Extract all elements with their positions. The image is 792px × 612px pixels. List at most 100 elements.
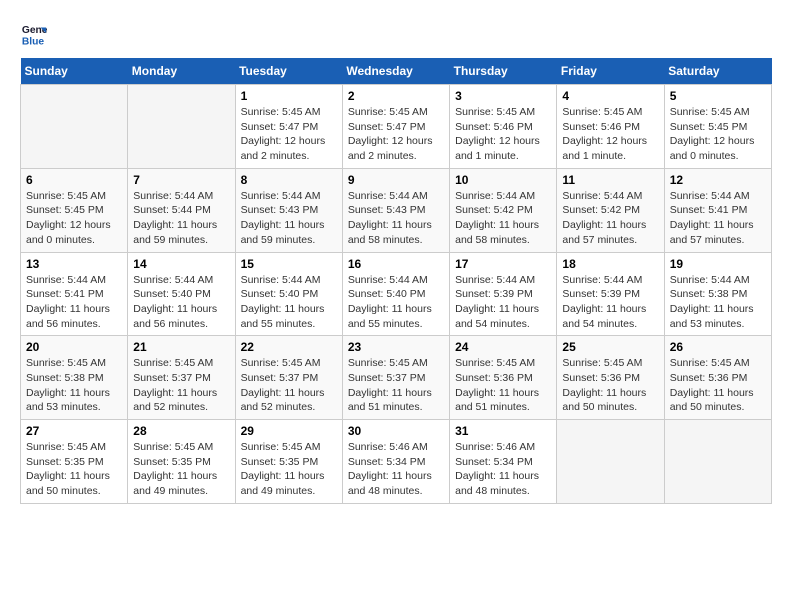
day-info: Sunrise: 5:44 AM Sunset: 5:44 PM Dayligh…: [133, 189, 229, 248]
day-info: Sunrise: 5:45 AM Sunset: 5:37 PM Dayligh…: [133, 356, 229, 415]
day-info: Sunrise: 5:45 AM Sunset: 5:35 PM Dayligh…: [26, 440, 122, 499]
svg-text:Blue: Blue: [22, 36, 45, 47]
calendar-cell: 24 Sunrise: 5:45 AM Sunset: 5:36 PM Dayli…: [450, 336, 557, 420]
day-number: 9: [348, 173, 444, 187]
day-info: Sunrise: 5:44 AM Sunset: 5:43 PM Dayligh…: [348, 189, 444, 248]
logo: General Blue: [20, 20, 52, 48]
calendar-body: 1 Sunrise: 5:45 AM Sunset: 5:47 PM Daylig…: [21, 85, 772, 504]
calendar-cell: 8 Sunrise: 5:44 AM Sunset: 5:43 PM Daylig…: [235, 168, 342, 252]
day-info: Sunrise: 5:44 AM Sunset: 5:39 PM Dayligh…: [455, 273, 551, 332]
calendar-week-2: 6 Sunrise: 5:45 AM Sunset: 5:45 PM Daylig…: [21, 168, 772, 252]
day-number: 6: [26, 173, 122, 187]
day-info: Sunrise: 5:44 AM Sunset: 5:40 PM Dayligh…: [348, 273, 444, 332]
day-info: Sunrise: 5:44 AM Sunset: 5:40 PM Dayligh…: [133, 273, 229, 332]
day-number: 4: [562, 89, 658, 103]
day-number: 20: [26, 340, 122, 354]
day-info: Sunrise: 5:45 AM Sunset: 5:35 PM Dayligh…: [133, 440, 229, 499]
day-info: Sunrise: 5:44 AM Sunset: 5:38 PM Dayligh…: [670, 273, 766, 332]
day-info: Sunrise: 5:46 AM Sunset: 5:34 PM Dayligh…: [348, 440, 444, 499]
day-info: Sunrise: 5:44 AM Sunset: 5:42 PM Dayligh…: [455, 189, 551, 248]
calendar-cell: [557, 420, 664, 504]
calendar-cell: 27 Sunrise: 5:45 AM Sunset: 5:35 PM Dayli…: [21, 420, 128, 504]
day-number: 18: [562, 257, 658, 271]
day-info: Sunrise: 5:44 AM Sunset: 5:39 PM Dayligh…: [562, 273, 658, 332]
day-number: 10: [455, 173, 551, 187]
column-header-tuesday: Tuesday: [235, 58, 342, 85]
calendar-cell: 4 Sunrise: 5:45 AM Sunset: 5:46 PM Daylig…: [557, 85, 664, 169]
calendar-cell: 15Sunrise: 5:44 AM Sunset: 5:40 PM Dayli…: [235, 252, 342, 336]
day-info: Sunrise: 5:45 AM Sunset: 5:36 PM Dayligh…: [670, 356, 766, 415]
calendar-week-3: 13 Sunrise: 5:44 AM Sunset: 5:41 PM Dayli…: [21, 252, 772, 336]
day-info: Sunrise: 5:45 AM Sunset: 5:36 PM Dayligh…: [562, 356, 658, 415]
day-number: 15: [241, 257, 337, 271]
day-number: 8: [241, 173, 337, 187]
day-number: 2: [348, 89, 444, 103]
calendar-cell: 11 Sunrise: 5:44 AM Sunset: 5:42 PM Dayli…: [557, 168, 664, 252]
day-number: 25: [562, 340, 658, 354]
day-number: 27: [26, 424, 122, 438]
day-number: 23: [348, 340, 444, 354]
day-number: 11: [562, 173, 658, 187]
calendar-cell: 19 Sunrise: 5:44 AM Sunset: 5:38 PM Dayli…: [664, 252, 771, 336]
day-info: Sunrise: 5:45 AM Sunset: 5:36 PM Dayligh…: [455, 356, 551, 415]
day-number: 28: [133, 424, 229, 438]
day-number: 5: [670, 89, 766, 103]
day-number: 12: [670, 173, 766, 187]
calendar-cell: 9 Sunrise: 5:44 AM Sunset: 5:43 PM Daylig…: [342, 168, 449, 252]
calendar-cell: 10 Sunrise: 5:44 AM Sunset: 5:42 PM Dayli…: [450, 168, 557, 252]
day-number: 31: [455, 424, 551, 438]
calendar-cell: 18 Sunrise: 5:44 AM Sunset: 5:39 PM Dayli…: [557, 252, 664, 336]
day-info: Sunrise: 5:45 AM Sunset: 5:46 PM Dayligh…: [562, 105, 658, 164]
day-number: 14: [133, 257, 229, 271]
column-header-sunday: Sunday: [21, 58, 128, 85]
day-info: Sunrise: 5:44 AM Sunset: 5:43 PM Dayligh…: [241, 189, 337, 248]
calendar-header-row: SundayMondayTuesdayWednesdayThursdayFrid…: [21, 58, 772, 85]
day-number: 7: [133, 173, 229, 187]
calendar-cell: 25 Sunrise: 5:45 AM Sunset: 5:36 PM Dayli…: [557, 336, 664, 420]
day-number: 29: [241, 424, 337, 438]
calendar-cell: 26 Sunrise: 5:45 AM Sunset: 5:36 PM Dayli…: [664, 336, 771, 420]
calendar-cell: 6 Sunrise: 5:45 AM Sunset: 5:45 PM Daylig…: [21, 168, 128, 252]
day-info: Sunrise: 5:44 AM Sunset: 5:41 PM Dayligh…: [26, 273, 122, 332]
day-info: Sunrise: 5:46 AM Sunset: 5:34 PM Dayligh…: [455, 440, 551, 499]
calendar-cell: 16Sunrise: 5:44 AM Sunset: 5:40 PM Dayli…: [342, 252, 449, 336]
day-number: 1: [241, 89, 337, 103]
calendar-cell: [664, 420, 771, 504]
calendar-cell: 23Sunrise: 5:45 AM Sunset: 5:37 PM Dayli…: [342, 336, 449, 420]
day-number: 24: [455, 340, 551, 354]
calendar-week-4: 20 Sunrise: 5:45 AM Sunset: 5:38 PM Dayli…: [21, 336, 772, 420]
logo-icon: General Blue: [20, 20, 48, 48]
calendar-cell: 7 Sunrise: 5:44 AM Sunset: 5:44 PM Daylig…: [128, 168, 235, 252]
calendar-cell: [21, 85, 128, 169]
day-info: Sunrise: 5:45 AM Sunset: 5:46 PM Dayligh…: [455, 105, 551, 164]
day-number: 26: [670, 340, 766, 354]
day-info: Sunrise: 5:45 AM Sunset: 5:38 PM Dayligh…: [26, 356, 122, 415]
calendar-cell: [128, 85, 235, 169]
day-number: 3: [455, 89, 551, 103]
calendar-week-1: 1 Sunrise: 5:45 AM Sunset: 5:47 PM Daylig…: [21, 85, 772, 169]
day-number: 13: [26, 257, 122, 271]
calendar-cell: 30 Sunrise: 5:46 AM Sunset: 5:34 PM Dayli…: [342, 420, 449, 504]
day-number: 30: [348, 424, 444, 438]
day-info: Sunrise: 5:44 AM Sunset: 5:42 PM Dayligh…: [562, 189, 658, 248]
calendar-table: SundayMondayTuesdayWednesdayThursdayFrid…: [20, 58, 772, 504]
calendar-cell: 20 Sunrise: 5:45 AM Sunset: 5:38 PM Dayli…: [21, 336, 128, 420]
column-header-saturday: Saturday: [664, 58, 771, 85]
day-number: 21: [133, 340, 229, 354]
calendar-cell: 1 Sunrise: 5:45 AM Sunset: 5:47 PM Daylig…: [235, 85, 342, 169]
calendar-cell: 12 Sunrise: 5:44 AM Sunset: 5:41 PM Dayli…: [664, 168, 771, 252]
calendar-cell: 22Sunrise: 5:45 AM Sunset: 5:37 PM Dayli…: [235, 336, 342, 420]
day-number: 22: [241, 340, 337, 354]
day-info: Sunrise: 5:45 AM Sunset: 5:47 PM Dayligh…: [348, 105, 444, 164]
day-info: Sunrise: 5:45 AM Sunset: 5:45 PM Dayligh…: [26, 189, 122, 248]
day-number: 17: [455, 257, 551, 271]
day-info: Sunrise: 5:45 AM Sunset: 5:45 PM Dayligh…: [670, 105, 766, 164]
day-info: Sunrise: 5:44 AM Sunset: 5:41 PM Dayligh…: [670, 189, 766, 248]
calendar-cell: 17 Sunrise: 5:44 AM Sunset: 5:39 PM Dayli…: [450, 252, 557, 336]
calendar-cell: 3 Sunrise: 5:45 AM Sunset: 5:46 PM Daylig…: [450, 85, 557, 169]
page-header: General Blue: [20, 20, 772, 48]
day-info: Sunrise: 5:45 AM Sunset: 5:47 PM Dayligh…: [241, 105, 337, 164]
calendar-cell: 5 Sunrise: 5:45 AM Sunset: 5:45 PM Daylig…: [664, 85, 771, 169]
calendar-week-5: 27 Sunrise: 5:45 AM Sunset: 5:35 PM Dayli…: [21, 420, 772, 504]
day-number: 19: [670, 257, 766, 271]
